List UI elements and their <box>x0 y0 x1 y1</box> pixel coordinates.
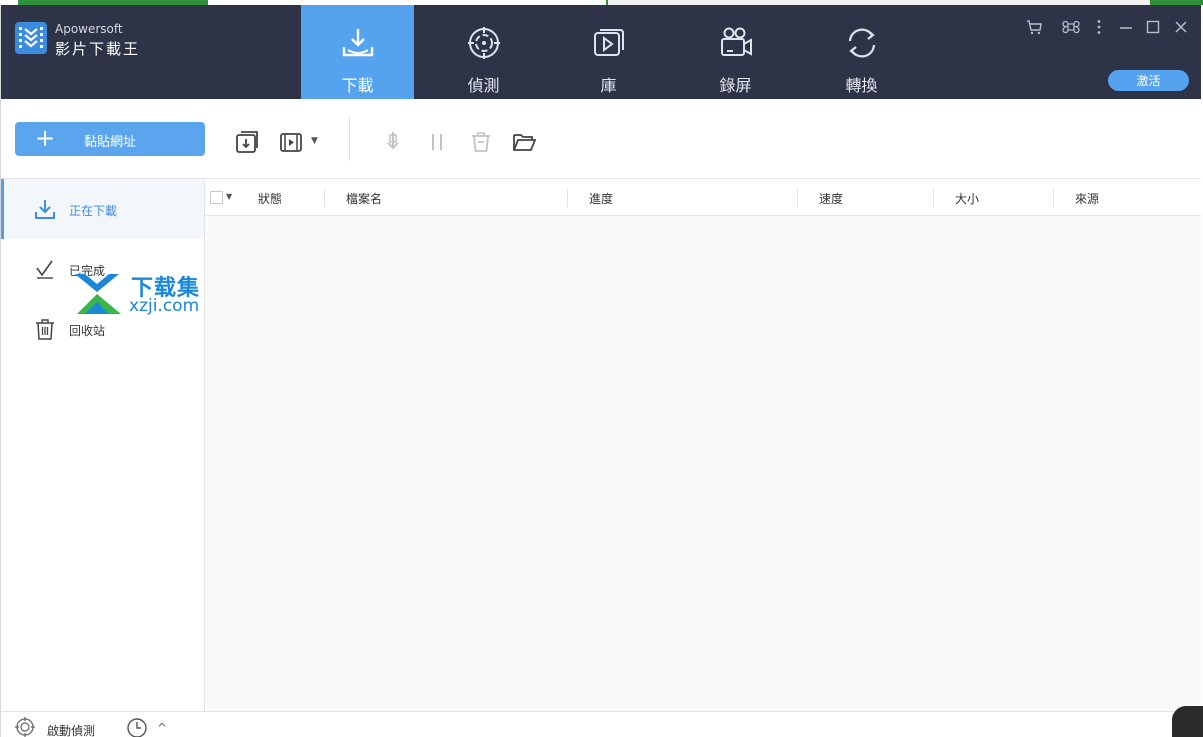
download-tray-icon <box>342 29 373 57</box>
watermark-arrow-icon <box>75 274 121 314</box>
sidebar-item-label: 正在下載 <box>69 204 118 218</box>
watermark-logo: 下载集 xzji.com <box>71 270 216 320</box>
start-detect-button[interactable]: 啟動偵測 <box>47 722 95 737</box>
tab-convert[interactable]: 轉換 <box>805 5 918 99</box>
paste-url-label: 黏貼網址 <box>83 135 136 150</box>
crosshair-target-icon[interactable] <box>15 717 35 737</box>
video-library-icon <box>593 29 624 56</box>
column-divider <box>567 189 568 207</box>
tab-label: 下載 <box>341 76 374 95</box>
chevron-down-icon[interactable]: ▼ <box>311 136 321 146</box>
sidebar-item-downloading[interactable]: 正在下載 <box>1 179 204 239</box>
toolbar-divider <box>349 117 350 161</box>
desktop-thumbnail <box>1172 706 1203 737</box>
tab-label: 偵測 <box>467 76 500 95</box>
minimize-icon[interactable] <box>1117 18 1135 36</box>
sidebar-item-label: 回收站 <box>69 324 106 338</box>
app-window: Apowersoft 影片下載王 下載 偵測 庫 錄屏 轉換 激活 + 黏貼網址… <box>0 5 1201 737</box>
title-bar: Apowersoft 影片下載王 下載 偵測 庫 錄屏 轉換 激活 <box>1 5 1201 99</box>
more-vertical-icon[interactable] <box>1090 18 1108 36</box>
brand-name: Apowersoft <box>55 22 123 36</box>
column-header-size[interactable]: 大小 <box>955 190 979 207</box>
trash-icon <box>36 319 54 340</box>
column-divider <box>1053 189 1054 207</box>
maximize-icon[interactable] <box>1144 18 1162 36</box>
download-list: ▼ 狀態 檔案名 進度 速度 大小 來源 <box>205 179 1201 711</box>
column-header-speed[interactable]: 速度 <box>819 190 843 207</box>
column-header-status[interactable]: 狀態 <box>258 190 282 207</box>
status-bar: 啟動偵測 ^ <box>1 711 1201 737</box>
column-divider <box>797 189 798 207</box>
open-folder-icon[interactable] <box>512 130 537 154</box>
pause-icon[interactable] <box>425 130 449 154</box>
column-header-source[interactable]: 來源 <box>1075 190 1099 207</box>
toolbar: + 黏貼網址 ▼ <box>1 99 1201 179</box>
product-name: 影片下載王 <box>55 40 141 58</box>
tab-label: 轉換 <box>845 76 878 95</box>
video-file-icon[interactable] <box>279 130 303 154</box>
column-divider <box>324 189 325 207</box>
convert-cycle-icon <box>848 28 875 58</box>
tab-record[interactable]: 錄屏 <box>679 5 792 99</box>
command-icon[interactable] <box>1062 18 1080 36</box>
download-file-icon[interactable] <box>235 130 259 154</box>
table-header: ▼ 狀態 檔案名 進度 速度 大小 來源 <box>205 179 1201 216</box>
activate-button[interactable]: 激活 <box>1108 70 1189 91</box>
tab-detect[interactable]: 偵測 <box>427 5 540 99</box>
tab-label: 錄屏 <box>719 76 752 95</box>
clock-icon[interactable] <box>126 717 148 737</box>
chevron-up-icon[interactable]: ^ <box>157 721 167 735</box>
tab-label: 庫 <box>600 76 617 95</box>
check-icon <box>36 260 53 279</box>
app-logo-icon <box>15 22 47 54</box>
sidebar: 正在下載 已完成 回收站 <box>1 179 205 711</box>
crosshair-target-icon <box>467 27 500 59</box>
column-header-progress[interactable]: 進度 <box>589 190 613 207</box>
select-all-checkbox[interactable] <box>210 191 223 204</box>
cart-icon[interactable] <box>1025 18 1043 36</box>
resume-icon[interactable] <box>381 130 405 154</box>
delete-icon[interactable] <box>469 130 493 154</box>
chevron-down-icon[interactable]: ▼ <box>226 192 232 201</box>
close-icon[interactable] <box>1172 18 1190 36</box>
tab-download[interactable]: 下載 <box>301 5 414 99</box>
download-icon <box>35 200 55 219</box>
column-header-filename[interactable]: 檔案名 <box>346 190 382 207</box>
tab-library[interactable]: 庫 <box>552 5 665 99</box>
video-camera-icon <box>720 27 752 56</box>
column-divider <box>933 189 934 207</box>
paste-url-button[interactable]: + 黏貼網址 <box>15 122 205 156</box>
watermark-url: xzji.com <box>129 296 200 316</box>
